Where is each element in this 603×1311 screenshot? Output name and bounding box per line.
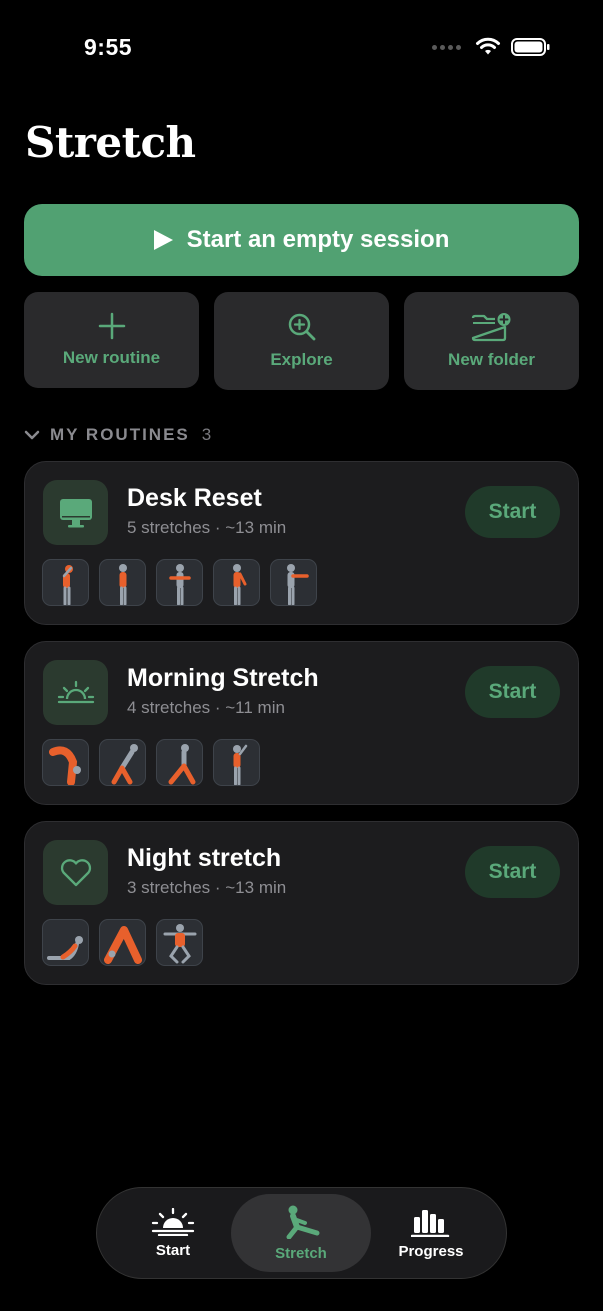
stretch-thumbnail[interactable]: [42, 919, 89, 966]
sunrise-icon: [151, 1207, 195, 1236]
squat-twist-figure-icon: [163, 924, 197, 964]
downward-dog-figure-icon: [104, 926, 142, 964]
stretch-figure-icon: [286, 1205, 320, 1239]
stretch-thumbnails: [42, 919, 203, 966]
new-routine-label: New routine: [62, 348, 161, 367]
routine-name: Desk Reset: [127, 484, 262, 512]
wifi-icon: [476, 37, 500, 55]
heart-icon: [60, 858, 91, 886]
plus-icon: [98, 312, 125, 340]
new-folder-label: New folder: [448, 350, 535, 369]
status-bar: 9:55: [0, 0, 603, 95]
standing-reach-figure-icon: [233, 744, 248, 785]
routine-name: Morning Stretch: [127, 664, 319, 692]
routine-icon: [43, 840, 108, 905]
start-routine-button[interactable]: Start: [465, 666, 560, 718]
chevron-down-icon: [24, 430, 40, 440]
routine-meta: 4 stretches · ~11 min: [127, 698, 285, 717]
routine-card-morning-stretch[interactable]: Morning Stretch 4 stretches · ~11 min St…: [24, 641, 579, 805]
side-stretch-figure-icon: [233, 564, 247, 605]
tab-progress[interactable]: Progress: [361, 1194, 501, 1272]
tab-progress-label: Progress: [398, 1242, 464, 1260]
stretch-thumbnail[interactable]: [42, 559, 89, 606]
start-routine-button[interactable]: Start: [465, 846, 560, 898]
page-title: Stretch: [25, 118, 196, 167]
quick-actions: New routine Explore New folder: [24, 292, 579, 390]
stretch-thumbnail[interactable]: [213, 559, 260, 606]
new-routine-button[interactable]: New routine: [24, 292, 199, 388]
routine-icon: [43, 660, 108, 725]
tab-stretch[interactable]: Stretch: [231, 1194, 371, 1272]
chest-stretch-figure-icon: [169, 564, 191, 605]
cobra-stretch-figure-icon: [47, 936, 83, 960]
stretch-thumbnail[interactable]: [99, 739, 146, 786]
section-title: MY ROUTINES: [50, 425, 190, 444]
stretch-thumbnail[interactable]: [156, 919, 203, 966]
explore-label: Explore: [270, 350, 333, 369]
tab-bar: Start Stretch Progress: [96, 1187, 507, 1279]
stretch-thumbnail[interactable]: [42, 739, 89, 786]
tab-stretch-label: Stretch: [275, 1244, 327, 1262]
battery-icon: [511, 38, 550, 56]
stretch-thumbnail[interactable]: [156, 559, 203, 606]
new-folder-button[interactable]: New folder: [404, 292, 579, 390]
routine-meta: 5 stretches · ~13 min: [127, 518, 287, 537]
start-empty-session-label: Start an empty session: [186, 226, 450, 253]
status-time: 9:55: [84, 34, 133, 60]
stretch-thumbnail[interactable]: [156, 739, 203, 786]
tab-start-label: Start: [155, 1241, 191, 1259]
tab-start[interactable]: Start: [103, 1194, 243, 1272]
routine-card-night-stretch[interactable]: Night stretch 3 stretches · ~13 min Star…: [24, 821, 579, 985]
routine-name: Night stretch: [127, 844, 282, 872]
stretch-thumbnails: [42, 559, 317, 606]
standing-stretch-figure-icon: [119, 564, 127, 605]
stretch-thumbnail[interactable]: [270, 559, 317, 606]
forward-fold-figure-icon: [49, 746, 81, 785]
search-plus-icon: [288, 313, 315, 341]
stretch-thumbnails: [42, 739, 260, 786]
play-icon: [153, 230, 173, 250]
stretch-thumbnail[interactable]: [99, 919, 146, 966]
section-count: 3: [201, 425, 214, 444]
start-empty-session-button[interactable]: Start an empty session: [24, 204, 579, 276]
my-routines-header[interactable]: MY ROUTINES 3: [24, 425, 213, 445]
bar-chart-icon: [411, 1209, 450, 1237]
status-icons: [432, 37, 551, 57]
kneeling-lunge-figure-icon: [168, 744, 196, 785]
sunrise-icon: [57, 680, 94, 703]
arm-stretch-figure-icon: [287, 564, 309, 605]
lunge-figure-icon: [111, 744, 138, 785]
start-routine-button[interactable]: Start: [465, 486, 560, 538]
signal-dots-icon: [432, 44, 461, 50]
routine-card-desk-reset[interactable]: Desk Reset 5 stretches · ~13 min Start: [24, 461, 579, 625]
explore-button[interactable]: Explore: [214, 292, 389, 390]
folder-plus-icon: [471, 313, 510, 342]
routine-icon: [43, 480, 108, 545]
stretch-thumbnail[interactable]: [213, 739, 260, 786]
neck-stretch-figure-icon: [62, 565, 73, 605]
routine-meta: 3 stretches · ~13 min: [127, 878, 287, 897]
monitor-icon: [59, 498, 92, 527]
stretch-thumbnail[interactable]: [99, 559, 146, 606]
